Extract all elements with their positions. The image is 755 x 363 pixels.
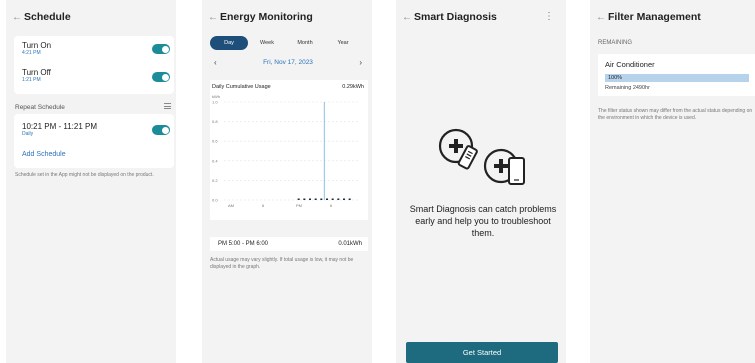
chart-title: Daily Cumulative Usage — [212, 84, 271, 90]
turn-off-time: 1:21 PM — [22, 77, 41, 83]
energy-screen: ← Energy Monitoring Day Week Month Year … — [202, 0, 372, 363]
tab-year[interactable]: Year — [324, 36, 362, 50]
x-tick-label: PM — [296, 203, 302, 208]
usage-bar — [303, 198, 306, 200]
get-started-button[interactable]: Get Started — [406, 342, 558, 363]
turn-on-toggle[interactable] — [152, 44, 170, 54]
repeat-schedule-card: 10:21 PM - 11:21 PM Daily Add Schedule — [14, 114, 174, 168]
usage-bar — [309, 198, 311, 200]
turn-on-time: 4:21 PM — [22, 50, 41, 56]
date-label: Fri, Nov 17, 2023 — [263, 59, 313, 66]
filter-screen: ← Filter Management REMAINING Air Condit… — [590, 0, 755, 363]
smart-diagnosis-icon — [438, 128, 525, 185]
diagnosis-screen: ← Smart Diagnosis ⋮ Smart Diagnosis can … — [396, 0, 566, 363]
menu-icon[interactable] — [164, 103, 171, 109]
date-selector: Fri, Nov 17, 2023 ‹ › — [210, 56, 366, 70]
page-title: Filter Management — [608, 11, 701, 23]
repeat-frequency: Daily — [22, 131, 34, 137]
filter-progress-fill — [605, 74, 749, 82]
repeat-range: 10:21 PM - 11:21 PM — [22, 122, 97, 131]
usage-chart: kWh1.0 0.8 0.6 0.4 0.2 0.0 AM 6 PM 6 — [212, 94, 360, 208]
x-tick-label: 6 — [330, 203, 333, 208]
next-date-icon[interactable]: › — [359, 58, 362, 67]
turn-on-row[interactable]: Turn On 4:21 PM — [22, 41, 51, 56]
usage-value: 0.01kWh — [338, 241, 362, 247]
filter-remaining-hours: Remaining 2490hr — [605, 85, 650, 91]
x-tick-label: AM — [228, 203, 234, 208]
schedule-header: ← Schedule — [6, 0, 176, 34]
energy-header: ← Energy Monitoring — [202, 0, 372, 34]
period-tabs: Day Week Month Year — [210, 36, 362, 50]
energy-note: Actual usage may vary slightly. If total… — [210, 257, 354, 270]
repeat-toggle[interactable] — [152, 125, 170, 135]
schedule-note: Schedule set in the App might not be dis… — [15, 172, 154, 178]
back-arrow-icon[interactable]: ← — [402, 12, 414, 23]
prev-date-icon[interactable]: ‹ — [214, 58, 217, 67]
usage-bar — [348, 198, 351, 200]
repeat-schedule-label: Repeat Schedule — [15, 104, 65, 111]
usage-chart-card: Daily Cumulative Usage 0.29kWh kWh 1.0 0.8… — [210, 80, 368, 220]
usage-bar — [326, 198, 328, 200]
page-title: Schedule — [24, 11, 71, 23]
schedule-screen: ← Schedule Turn On 4:21 PM Turn Off 1:21… — [6, 0, 176, 363]
usage-detail-row: PM 5:00 - PM 6:00 0.01kWh — [210, 237, 368, 251]
tab-month[interactable]: Month — [286, 36, 324, 50]
y-tick-label: 1.0 — [212, 100, 218, 105]
chart-total: 0.29kWh — [342, 84, 364, 90]
usage-bar — [320, 198, 323, 200]
filter-note: The filter status shown may differ from … — [598, 108, 753, 121]
repeat-item[interactable]: 10:21 PM - 11:21 PM Daily — [22, 122, 97, 137]
tab-day[interactable]: Day — [210, 36, 248, 50]
y-tick-label: 0.6 — [212, 139, 218, 144]
turn-off-row[interactable]: Turn Off 1:21 PM — [22, 68, 51, 83]
turn-on-label: Turn On — [22, 41, 52, 50]
usage-bar — [314, 198, 317, 200]
page-title: Smart Diagnosis — [414, 11, 497, 23]
y-tick-label: 0.8 — [212, 119, 218, 124]
back-arrow-icon[interactable]: ← — [208, 12, 220, 23]
usage-bar — [343, 198, 345, 200]
turn-off-label: Turn Off — [22, 68, 51, 77]
diagnosis-description: Smart Diagnosis can catch problems early… — [409, 204, 557, 239]
y-axis-unit: kWh — [212, 94, 220, 99]
filter-header: ← Filter Management — [590, 0, 755, 34]
y-tick-label: 0.0 — [212, 198, 218, 203]
filter-item-name: Air Conditioner — [605, 60, 655, 69]
usage-bar — [297, 198, 300, 200]
remaining-label: REMAINING — [598, 40, 633, 46]
x-tick-label: 6 — [262, 203, 265, 208]
filter-card[interactable]: Air Conditioner 100% Remaining 2490hr — [598, 54, 755, 96]
y-tick-label: 0.4 — [212, 158, 218, 163]
turn-off-toggle[interactable] — [152, 72, 170, 82]
tab-week[interactable]: Week — [248, 36, 286, 50]
add-schedule-link[interactable]: Add Schedule — [22, 151, 66, 158]
page-title: Energy Monitoring — [220, 11, 313, 23]
y-tick-label: 0.2 — [212, 178, 218, 183]
usage-bar — [331, 198, 334, 200]
usage-bar — [337, 198, 340, 200]
more-options-icon[interactable]: ⋮ — [544, 11, 554, 22]
on-off-card: Turn On 4:21 PM Turn Off 1:21 PM — [14, 36, 174, 94]
diagnosis-header: ← Smart Diagnosis ⋮ — [396, 0, 566, 34]
usage-range: PM 5:00 - PM 6:00 — [218, 241, 269, 247]
back-arrow-icon[interactable]: ← — [596, 12, 608, 23]
filter-percent: 100% — [608, 75, 623, 81]
filter-progress-bar: 100% — [605, 74, 749, 82]
back-arrow-icon[interactable]: ← — [12, 12, 24, 23]
